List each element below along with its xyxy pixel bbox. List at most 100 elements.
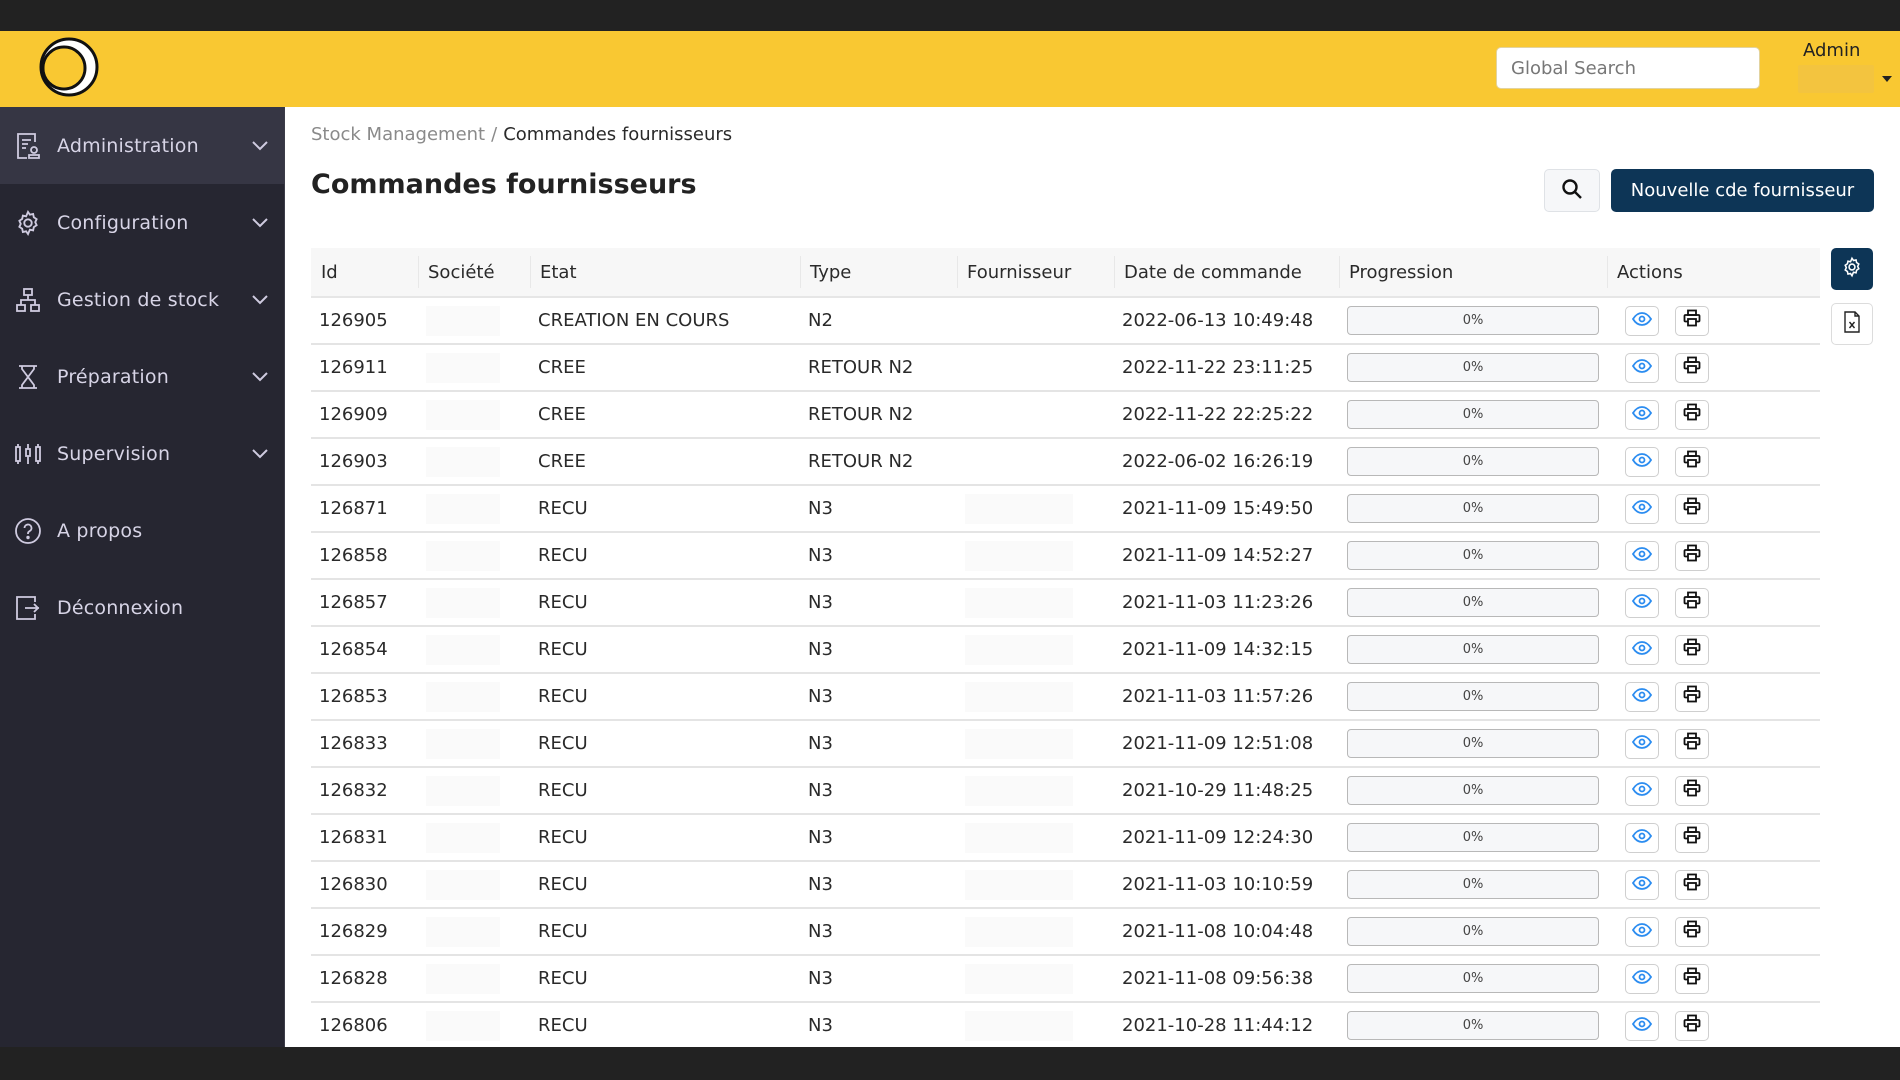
print-button[interactable] bbox=[1675, 916, 1709, 947]
column-header-progression[interactable]: Progression bbox=[1339, 248, 1607, 296]
table-row[interactable]: 126832 RECU N3 2021-10-29 11:48:25 0% bbox=[311, 768, 1820, 815]
table-row[interactable]: 126911 CREE RETOUR N2 2022-11-22 23:11:2… bbox=[311, 345, 1820, 392]
chevron-down-icon[interactable] bbox=[250, 443, 270, 463]
user-name[interactable]: Admin bbox=[1803, 40, 1860, 61]
cell-actions bbox=[1607, 815, 1820, 860]
print-button[interactable] bbox=[1675, 728, 1709, 759]
column-settings-button[interactable] bbox=[1831, 248, 1873, 290]
view-button[interactable] bbox=[1625, 587, 1659, 618]
cell-etat: CREE bbox=[538, 357, 586, 378]
table-row[interactable]: 126903 CREE RETOUR N2 2022-06-02 16:26:1… bbox=[311, 439, 1820, 486]
print-button[interactable] bbox=[1675, 681, 1709, 712]
view-button[interactable] bbox=[1625, 446, 1659, 477]
table-row[interactable]: 126871 RECU N3 2021-11-09 15:49:50 0% bbox=[311, 486, 1820, 533]
sidebar-item-administration[interactable]: Administration bbox=[0, 107, 284, 184]
table-row[interactable]: 126828 RECU N3 2021-11-08 09:56:38 0% bbox=[311, 956, 1820, 1003]
progress-label: 0% bbox=[1462, 595, 1484, 610]
table-row[interactable]: 126833 RECU N3 2021-11-09 12:51:08 0% bbox=[311, 721, 1820, 768]
print-icon bbox=[1683, 403, 1701, 426]
table-row[interactable]: 126853 RECU N3 2021-11-03 11:57:26 0% bbox=[311, 674, 1820, 721]
column-header-date[interactable]: Date de commande bbox=[1114, 248, 1339, 296]
print-button[interactable] bbox=[1675, 305, 1709, 336]
view-button[interactable] bbox=[1625, 634, 1659, 665]
chevron-down-icon[interactable] bbox=[250, 212, 270, 232]
view-button[interactable] bbox=[1625, 305, 1659, 336]
print-button[interactable] bbox=[1675, 822, 1709, 853]
table-row[interactable]: 126905 CREATION EN COURS N2 2022-06-13 1… bbox=[311, 298, 1820, 345]
new-supplier-order-button[interactable]: Nouvelle cde fournisseur bbox=[1611, 169, 1874, 212]
progress-label: 0% bbox=[1462, 877, 1484, 892]
cell-etat: CREE bbox=[538, 404, 586, 425]
global-search-input[interactable] bbox=[1496, 47, 1760, 89]
print-button[interactable] bbox=[1675, 540, 1709, 571]
sidebar-item-a-propos[interactable]: A propos bbox=[0, 492, 284, 569]
print-button[interactable] bbox=[1675, 634, 1709, 665]
print-button[interactable] bbox=[1675, 1010, 1709, 1041]
print-icon bbox=[1683, 1014, 1701, 1037]
view-button[interactable] bbox=[1625, 681, 1659, 712]
table-row[interactable]: 126858 RECU N3 2021-11-09 14:52:27 0% bbox=[311, 533, 1820, 580]
breadcrumb-parent[interactable]: Stock Management bbox=[311, 124, 485, 145]
search-button[interactable] bbox=[1544, 169, 1600, 212]
cell-date: 2021-11-09 14:52:27 bbox=[1122, 545, 1314, 566]
cell-etat: RECU bbox=[538, 874, 588, 895]
progress-bar: 0% bbox=[1347, 682, 1599, 711]
view-button[interactable] bbox=[1625, 540, 1659, 571]
cell-fournisseur bbox=[957, 956, 1114, 1001]
print-button[interactable] bbox=[1675, 493, 1709, 524]
print-button[interactable] bbox=[1675, 869, 1709, 900]
cell-progression: 0% bbox=[1339, 486, 1607, 531]
print-button[interactable] bbox=[1675, 587, 1709, 618]
cell-id: 126828 bbox=[319, 968, 388, 989]
sidebar-item-supervision[interactable]: Supervision bbox=[0, 415, 284, 492]
chevron-down-icon[interactable] bbox=[250, 366, 270, 386]
print-button[interactable] bbox=[1675, 352, 1709, 383]
view-button[interactable] bbox=[1625, 728, 1659, 759]
breadcrumb: Stock Management / Commandes fournisseurs bbox=[311, 124, 732, 145]
user-menu-caret-icon[interactable] bbox=[1882, 76, 1892, 82]
view-button[interactable] bbox=[1625, 869, 1659, 900]
chevron-down-icon[interactable] bbox=[250, 135, 270, 155]
view-button[interactable] bbox=[1625, 963, 1659, 994]
logo-icon[interactable] bbox=[38, 36, 100, 98]
print-button[interactable] bbox=[1675, 775, 1709, 806]
chevron-down-icon[interactable] bbox=[250, 289, 270, 309]
sidebar: Administration Configuration Gestion de … bbox=[0, 107, 285, 1047]
print-button[interactable] bbox=[1675, 963, 1709, 994]
sidebar-item-configuration[interactable]: Configuration bbox=[0, 184, 284, 261]
view-button[interactable] bbox=[1625, 775, 1659, 806]
table-row[interactable]: 126830 RECU N3 2021-11-03 10:10:59 0% bbox=[311, 862, 1820, 909]
cell-actions bbox=[1607, 439, 1820, 484]
view-button[interactable] bbox=[1625, 352, 1659, 383]
view-button[interactable] bbox=[1625, 1010, 1659, 1041]
print-button[interactable] bbox=[1675, 446, 1709, 477]
cell-actions bbox=[1607, 392, 1820, 437]
sidebar-item-deconnexion[interactable]: Déconnexion bbox=[0, 569, 284, 646]
sidebar-item-gestion-de-stock[interactable]: Gestion de stock bbox=[0, 261, 284, 338]
view-button[interactable] bbox=[1625, 493, 1659, 524]
column-header-type[interactable]: Type bbox=[800, 248, 957, 296]
cell-progression: 0% bbox=[1339, 1003, 1607, 1047]
cell-fournisseur bbox=[957, 486, 1114, 531]
table-row[interactable]: 126831 RECU N3 2021-11-09 12:24:30 0% bbox=[311, 815, 1820, 862]
table-row[interactable]: 126806 RECU N3 2021-10-28 11:44:12 0% bbox=[311, 1003, 1820, 1047]
column-header-etat[interactable]: Etat bbox=[530, 248, 800, 296]
excel-export-button[interactable] bbox=[1831, 303, 1873, 345]
column-header-societe[interactable]: Société bbox=[418, 248, 530, 296]
cell-etat: RECU bbox=[538, 968, 588, 989]
cell-societe bbox=[418, 721, 530, 766]
print-button[interactable] bbox=[1675, 399, 1709, 430]
column-header-fournisseur[interactable]: Fournisseur bbox=[957, 248, 1114, 296]
table-row[interactable]: 126857 RECU N3 2021-11-03 11:23:26 0% bbox=[311, 580, 1820, 627]
cell-fournisseur bbox=[957, 533, 1114, 578]
cell-etat: RECU bbox=[538, 827, 588, 848]
sidebar-item-preparation[interactable]: Préparation bbox=[0, 338, 284, 415]
view-button[interactable] bbox=[1625, 916, 1659, 947]
column-header-id[interactable]: Id bbox=[311, 248, 418, 296]
table-row[interactable]: 126909 CREE RETOUR N2 2022-11-22 22:25:2… bbox=[311, 392, 1820, 439]
table-row[interactable]: 126829 RECU N3 2021-11-08 10:04:48 0% bbox=[311, 909, 1820, 956]
view-button[interactable] bbox=[1625, 822, 1659, 853]
redacted-societe bbox=[426, 963, 500, 994]
table-row[interactable]: 126854 RECU N3 2021-11-09 14:32:15 0% bbox=[311, 627, 1820, 674]
view-button[interactable] bbox=[1625, 399, 1659, 430]
